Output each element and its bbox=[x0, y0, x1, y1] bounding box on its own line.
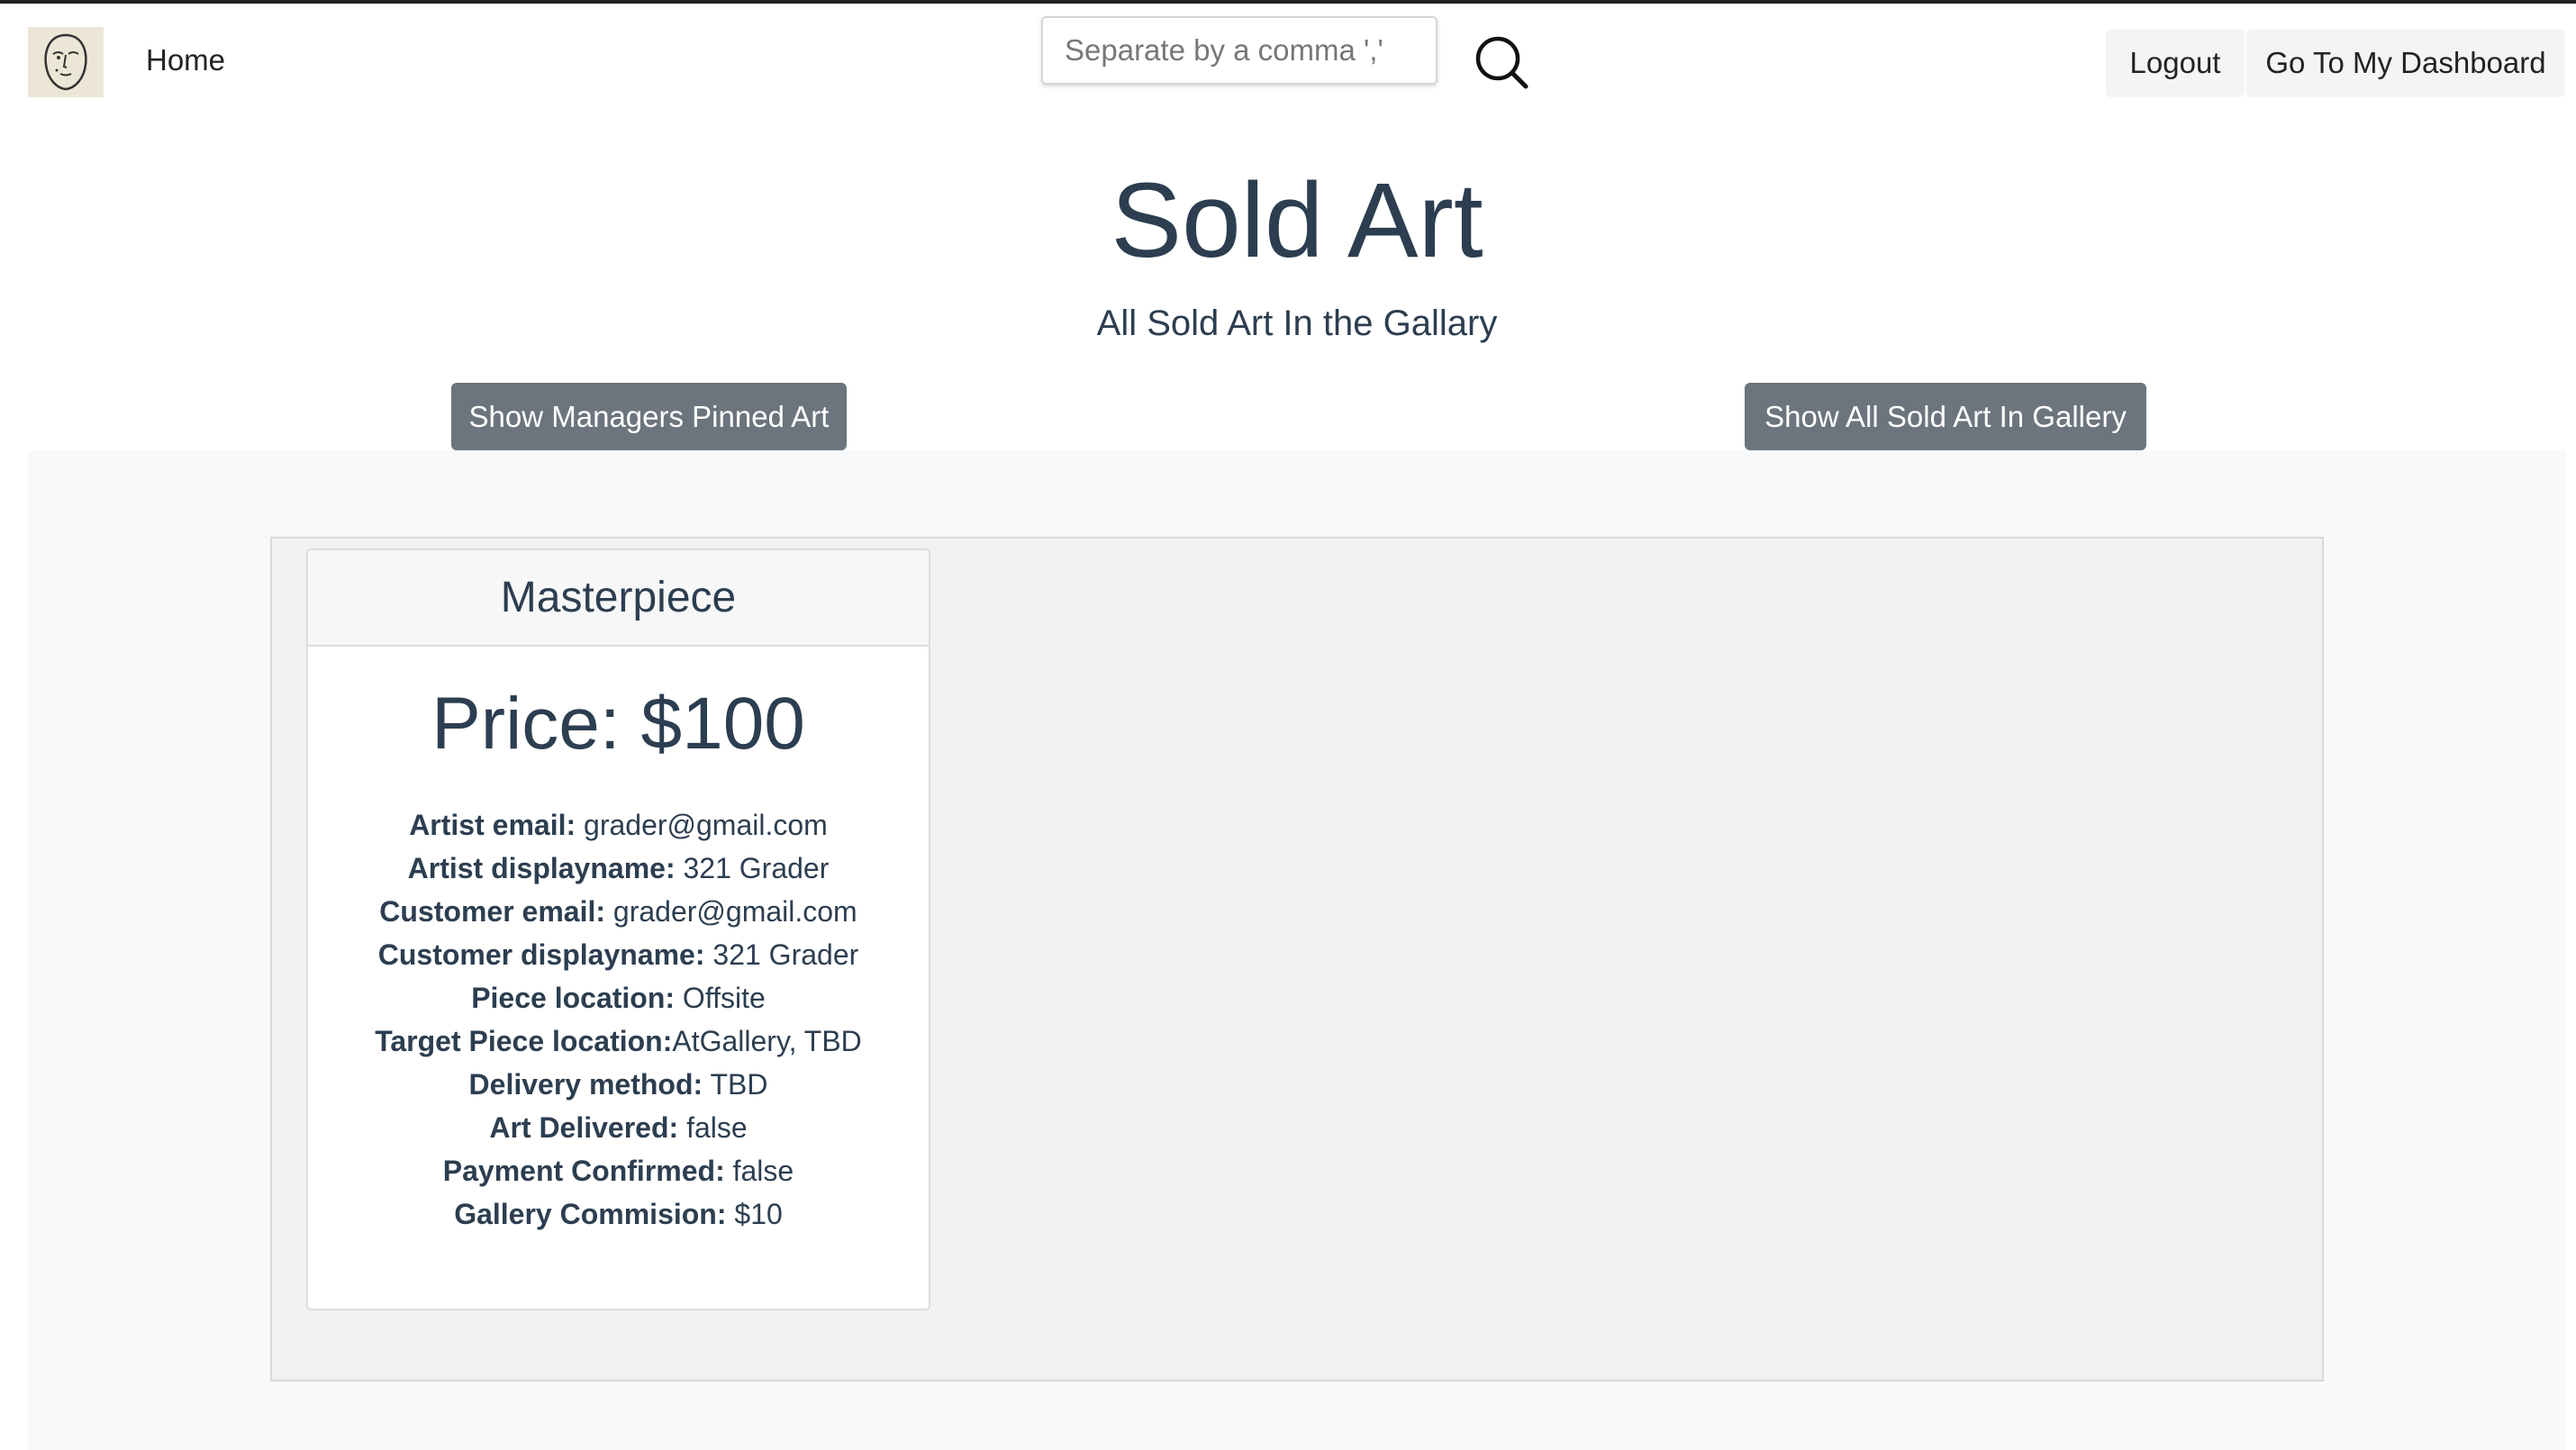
page-title: Sold Art bbox=[1111, 161, 1483, 280]
detail-target-piece-location: Target Piece location:AtGallery, TBD bbox=[308, 1020, 929, 1063]
detail-value: grader@gmail.com bbox=[576, 809, 828, 841]
show-all-sold-art-button[interactable]: Show All Sold Art In Gallery bbox=[1745, 383, 2146, 450]
detail-label: Artist displayname: bbox=[407, 852, 676, 884]
detail-payment-confirmed: Payment Confirmed: false bbox=[308, 1149, 929, 1192]
detail-value: TBD bbox=[703, 1068, 768, 1101]
search-icon[interactable] bbox=[1474, 34, 1529, 90]
detail-value: 321 Grader bbox=[704, 938, 859, 971]
search-input[interactable] bbox=[1041, 16, 1438, 85]
dashboard-button[interactable]: Go To My Dashboard bbox=[2246, 29, 2565, 97]
detail-gallery-commision: Gallery Commision: $10 bbox=[308, 1192, 929, 1236]
detail-customer-email: Customer email: grader@gmail.com bbox=[308, 890, 929, 933]
card-details: Artist email: grader@gmail.com Artist di… bbox=[308, 803, 929, 1236]
detail-piece-location: Piece location: Offsite bbox=[308, 976, 929, 1020]
detail-label: Art Delivered: bbox=[489, 1111, 679, 1144]
art-card: Masterpiece Price: $100 Artist email: gr… bbox=[306, 548, 930, 1310]
detail-label: Customer displayname: bbox=[377, 938, 705, 971]
detail-delivery-method: Delivery method: TBD bbox=[308, 1063, 929, 1106]
detail-value: false bbox=[724, 1155, 794, 1187]
card-title: Masterpiece bbox=[308, 550, 929, 647]
detail-value: $10 bbox=[726, 1198, 783, 1230]
detail-customer-displayname: Customer displayname: 321 Grader bbox=[308, 933, 929, 976]
detail-value: 321 Grader bbox=[675, 852, 830, 884]
detail-label: Piece location: bbox=[471, 982, 676, 1014]
detail-art-delivered: Art Delivered: false bbox=[308, 1106, 929, 1149]
detail-label: Gallery Commision: bbox=[454, 1198, 727, 1230]
detail-label: Payment Confirmed: bbox=[442, 1155, 725, 1187]
navbar: Home Logout Go To My Dashboard bbox=[0, 4, 2576, 117]
logo-face-icon[interactable] bbox=[28, 27, 104, 97]
detail-value: Offsite bbox=[675, 982, 766, 1014]
detail-value: false bbox=[678, 1111, 748, 1144]
logout-button[interactable]: Logout bbox=[2106, 29, 2245, 97]
detail-value: AtGallery, TBD bbox=[672, 1025, 862, 1057]
detail-artist-displayname: Artist displayname: 321 Grader bbox=[308, 847, 929, 890]
detail-label: Delivery method: bbox=[468, 1068, 703, 1101]
detail-value: grader@gmail.com bbox=[605, 895, 857, 928]
page-subtitle: All Sold Art In the Gallary bbox=[1096, 304, 1498, 343]
card-price: Price: $100 bbox=[431, 683, 805, 765]
show-pinned-art-button[interactable]: Show Managers Pinned Art bbox=[451, 383, 847, 450]
detail-label: Artist email: bbox=[409, 809, 576, 841]
detail-label: Target Piece location: bbox=[375, 1025, 673, 1057]
detail-label: Customer email: bbox=[379, 895, 606, 928]
detail-artist-email: Artist email: grader@gmail.com bbox=[308, 803, 929, 847]
nav-home-link[interactable]: Home bbox=[146, 43, 225, 77]
